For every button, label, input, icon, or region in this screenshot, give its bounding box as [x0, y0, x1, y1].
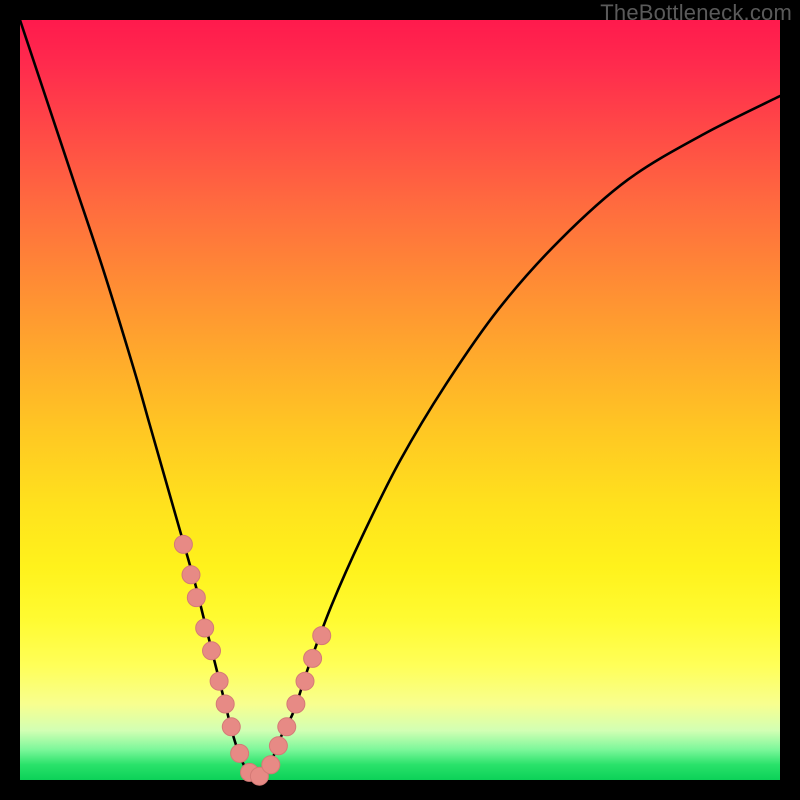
highlight-dot [296, 672, 314, 690]
highlight-dots [174, 535, 330, 785]
highlight-dot [222, 718, 240, 736]
highlight-dot [313, 627, 331, 645]
highlight-dot [278, 718, 296, 736]
plot-outer [20, 20, 780, 780]
chart-frame: TheBottleneck.com [0, 0, 800, 800]
highlight-dot [304, 649, 322, 667]
highlight-dot [182, 566, 200, 584]
highlight-dot [216, 695, 234, 713]
highlight-dot [287, 695, 305, 713]
highlight-dot [269, 737, 287, 755]
highlight-dot [262, 756, 280, 774]
highlight-dot [210, 672, 228, 690]
highlight-dot [231, 744, 249, 762]
chart-svg [20, 20, 780, 780]
highlight-dot [187, 589, 205, 607]
highlight-dot [174, 535, 192, 553]
bottleneck-curve [20, 20, 780, 781]
highlight-dot [203, 642, 221, 660]
highlight-dot [196, 619, 214, 637]
